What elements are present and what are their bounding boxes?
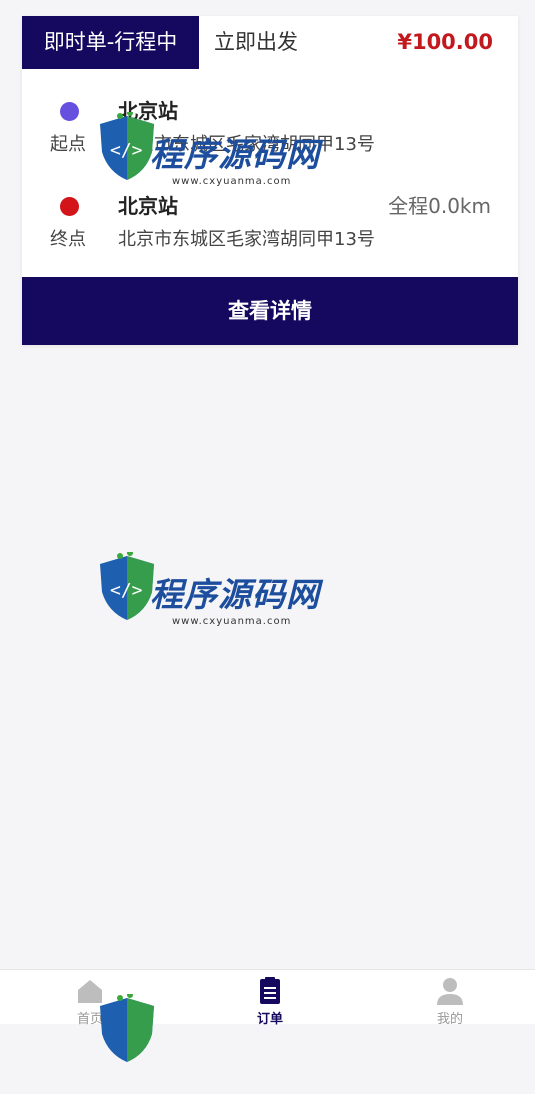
start-dot-icon — [60, 102, 79, 121]
end-address: 北京市东城区毛家湾胡同甲13号 — [118, 229, 375, 250]
view-details-button[interactable]: 查看详情 — [22, 277, 518, 345]
end-label: 终点 — [50, 229, 86, 250]
trip-distance: 全程0.0km — [388, 194, 491, 218]
start-label: 起点 — [50, 134, 86, 155]
watermark-brand: 程序源码网 — [150, 575, 320, 614]
departure-time: 立即出发 — [214, 30, 298, 54]
svg-text:</>: </> — [110, 580, 143, 601]
watermark-shield-icon — [100, 994, 154, 1062]
watermark-shield-icon: </> — [100, 552, 154, 620]
svg-text:</>: </> — [110, 140, 143, 161]
watermark: </> 程序源码网 www.cxyuanma.com — [96, 102, 326, 212]
watermark-brand: 程序源码网 — [150, 135, 320, 174]
tab-mine[interactable]: 我的 — [390, 970, 510, 1027]
watermark-url: www.cxyuanma.com — [172, 616, 292, 627]
watermark-url: www.cxyuanma.com — [172, 176, 292, 187]
watermark: </> 程序源码网 www.cxyuanma.com — [96, 542, 326, 652]
end-dot-icon — [60, 197, 79, 216]
order-price: ¥100.00 — [397, 30, 493, 54]
user-icon — [437, 978, 463, 1005]
tab-mine-label: 我的 — [436, 1012, 463, 1027]
order-card-header: 即时单-行程中 立即出发 ¥100.00 — [22, 16, 518, 69]
watermark-shield-icon: </> — [100, 112, 154, 180]
order-type-badge: 即时单-行程中 — [22, 16, 199, 69]
watermark — [96, 984, 326, 1094]
